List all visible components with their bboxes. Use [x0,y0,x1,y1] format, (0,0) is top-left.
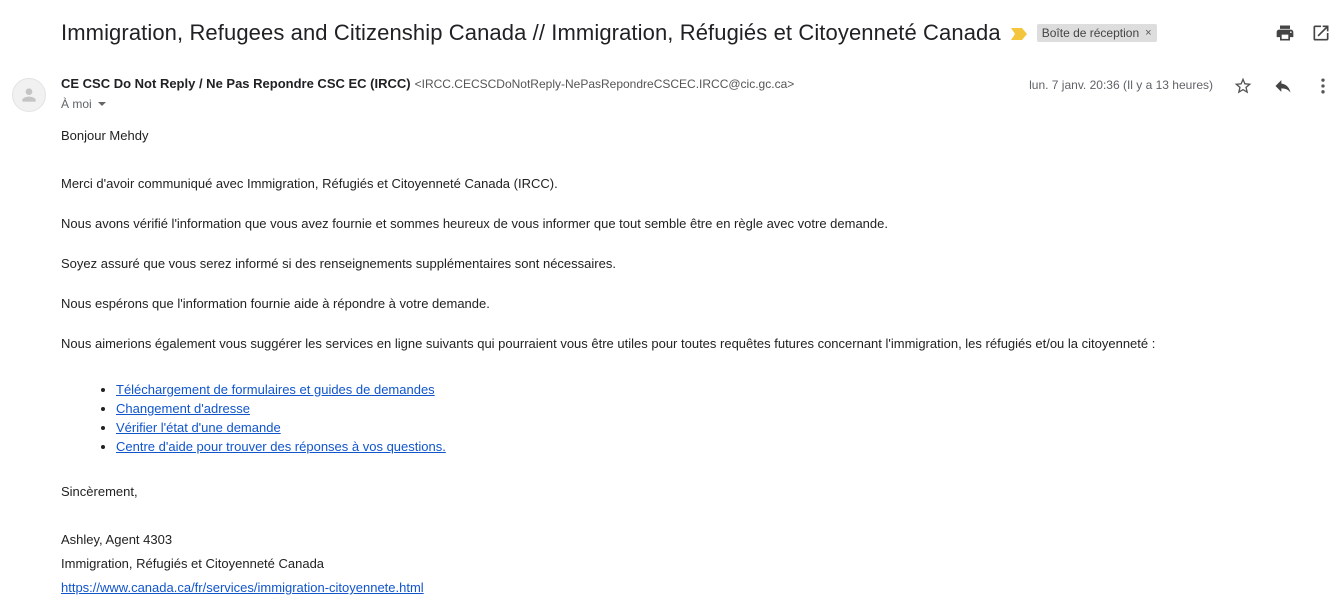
sender-email: <IRCC.CECSCDoNotReply-NePasRepondreCSCEC… [414,77,795,91]
change-address-link[interactable]: Changement d'adresse [116,401,250,416]
email-date: lun. 7 janv. 20:36 (Il y a 13 heures) [1029,78,1213,92]
thread-actions [1274,22,1332,44]
avatar-person-icon [22,88,36,102]
sender-name[interactable]: CE CSC Do Not Reply / Ne Pas Repondre CS… [61,76,411,91]
body-paragraph: Nous aimerions également vous suggérer l… [61,336,1156,351]
signature-url-line: https://www.canada.ca/fr/services/immigr… [61,580,424,595]
open-new-window-icon[interactable] [1310,22,1332,44]
list-item: Vérifier l'état d'une demande [116,418,446,437]
list-item: Centre d'aide pour trouver des réponses … [116,437,446,456]
inbox-label-text: Boîte de réception [1041,26,1140,40]
sender-line: CE CSC Do Not Reply / Ne Pas Repondre CS… [61,76,794,91]
list-item: Téléchargement de formulaires et guides … [116,380,446,399]
body-paragraph: Nous avons vérifié l'information que vou… [61,216,888,231]
chevron-down-icon [97,102,106,106]
closing: Sincèrement, [61,484,138,499]
forms-guides-link[interactable]: Téléchargement de formulaires et guides … [116,382,435,397]
help-centre-link[interactable]: Centre d'aide pour trouver des réponses … [116,439,446,454]
body-paragraph: Soyez assuré que vous serez informé si d… [61,256,616,271]
signature-url-link[interactable]: https://www.canada.ca/fr/services/immigr… [61,580,424,595]
body-paragraph: Merci d'avoir communiqué avec Immigratio… [61,176,558,191]
print-icon[interactable] [1274,22,1296,44]
list-item: Changement d'adresse [116,399,446,418]
email-subject: Immigration, Refugees and Citizenship Ca… [61,20,1001,45]
reply-icon[interactable] [1272,75,1294,97]
recipient-label: À moi [61,97,92,111]
avatar [12,78,46,112]
star-icon[interactable] [1232,75,1254,97]
greeting: Bonjour Mehdy [61,128,149,143]
signature-org: Immigration, Réfugiés et Citoyenneté Can… [61,556,325,571]
services-link-list: Téléchargement de formulaires et guides … [61,380,446,456]
body-paragraph: Nous espérons que l'information fournie … [61,296,490,311]
signature-name: Ashley, Agent 4303 [61,532,173,547]
check-status-link[interactable]: Vérifier l'état d'une demande [116,420,281,435]
message-actions [1232,75,1334,97]
more-vert-icon[interactable] [1312,75,1334,97]
importance-marker-icon[interactable] [1010,27,1027,40]
remove-label-icon[interactable]: × [1145,27,1151,39]
subject-row: Immigration, Refugees and Citizenship Ca… [61,18,1157,48]
inbox-label-chip[interactable]: Boîte de réception × [1036,24,1157,42]
recipient-details-toggle[interactable]: À moi [61,97,106,111]
